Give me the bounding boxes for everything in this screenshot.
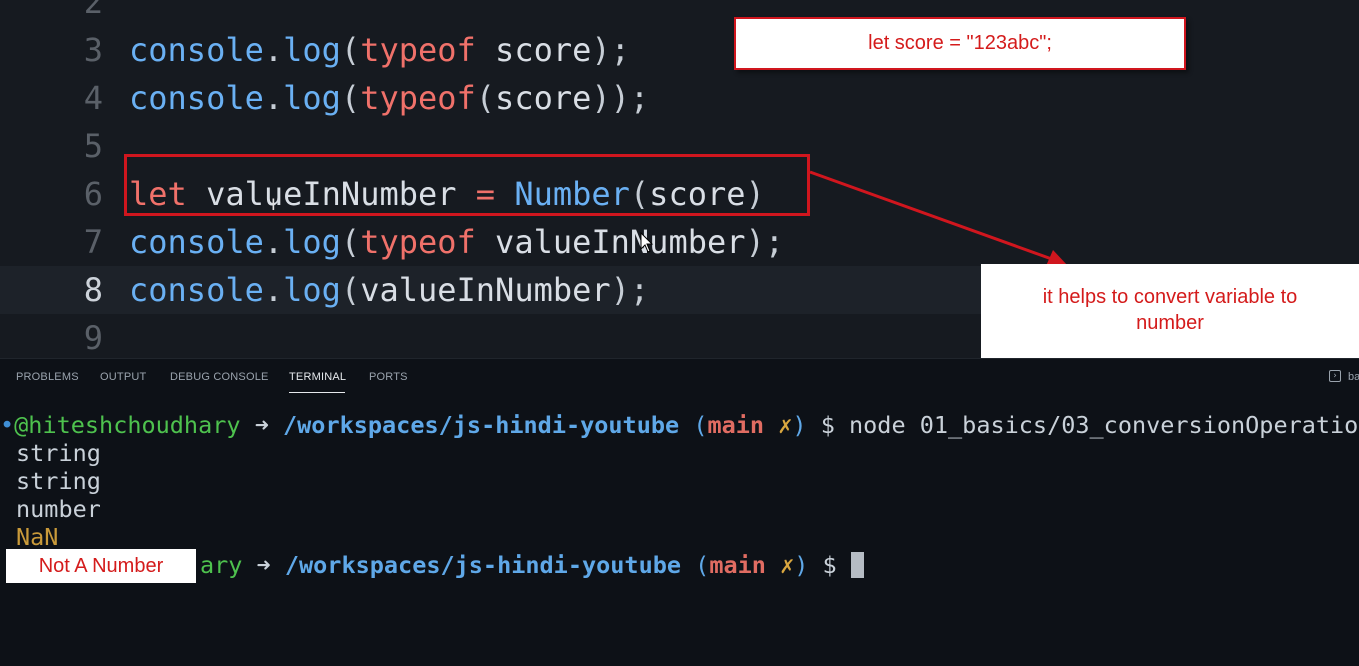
- code-token: ));: [591, 79, 650, 117]
- code-token: score: [495, 79, 592, 117]
- line-number: 2: [83, 0, 103, 21]
- line-number: 5: [83, 127, 103, 165]
- mouse-pointer-icon: [640, 232, 654, 253]
- panel-tab-bar: PROBLEMS OUTPUT DEBUG CONSOLE TERMINAL P…: [0, 358, 1359, 397]
- line-number: 4: [83, 79, 103, 117]
- code-token: (: [475, 79, 496, 117]
- code-token: typeof: [360, 223, 476, 261]
- code-token: );: [591, 31, 630, 69]
- tab-terminal[interactable]: TERMINAL: [289, 371, 346, 383]
- code-line[interactable]: 4 console.log(typeof(score));: [0, 74, 1359, 122]
- code-token: );: [745, 223, 785, 261]
- terminal-output-line: string: [16, 467, 101, 495]
- code-text: console.log(typeof(score));: [129, 74, 649, 122]
- code-token: log: [283, 271, 341, 309]
- code-token: );: [610, 271, 650, 309]
- code-token: (: [340, 79, 361, 117]
- code-text: console.log(typeof valueInNumber);: [129, 218, 784, 266]
- code-token: .: [263, 79, 284, 117]
- terminal-command: node 01_basics/03_conversionOperation: [849, 411, 1359, 439]
- prompt-dollar: $: [820, 411, 835, 439]
- tab-ports[interactable]: PORTS: [369, 371, 408, 383]
- code-token: .: [263, 271, 284, 309]
- text-cursor-icon: I: [271, 195, 276, 214]
- terminal-output-line: number: [16, 495, 101, 523]
- code-token: (: [340, 31, 361, 69]
- prompt-path: /workspaces/js-hindi-youtube: [283, 411, 680, 439]
- prompt-user: @hiteshchoudhary: [14, 411, 241, 439]
- terminal-command-line: •@hiteshchoudhary ➜ /workspaces/js-hindi…: [0, 411, 1359, 439]
- line-number: 6: [83, 175, 103, 213]
- code-token: typeof: [360, 31, 476, 69]
- tab-debug-console[interactable]: DEBUG CONSOLE: [170, 371, 269, 383]
- prompt-user-partial: ary: [199, 551, 243, 579]
- prompt-status-dot: •: [0, 411, 15, 439]
- note-nan-meaning: Not A Number: [6, 549, 196, 583]
- code-token: log: [283, 79, 341, 117]
- code-token: (: [340, 223, 361, 261]
- code-token: .: [263, 31, 284, 69]
- prompt-branch: main: [707, 411, 765, 439]
- code-text: console.log(valueInNumber);: [129, 266, 649, 314]
- code-token: .: [263, 223, 284, 261]
- code-token: console: [129, 31, 264, 69]
- tab-output[interactable]: OUTPUT: [100, 371, 146, 383]
- code-token: log: [283, 31, 341, 69]
- code-editor[interactable]: 2 3 console.log(typeof score); 4 console.log…: [0, 0, 1359, 358]
- note-score-definition: let score = "123abc";: [734, 17, 1186, 70]
- active-tab-indicator: [289, 392, 345, 393]
- code-token: typeof: [360, 79, 476, 117]
- terminal-shell-label[interactable]: ba: [1348, 371, 1359, 383]
- terminal-output-line: string: [16, 439, 101, 467]
- terminal-shell-icon[interactable]: ›: [1329, 370, 1341, 382]
- prompt-dirty-mark: ✗: [778, 411, 793, 439]
- code-token: log: [283, 223, 341, 261]
- note-number-conversion: it helps to convert variable to number: [981, 264, 1359, 358]
- code-token: valueInNumber: [475, 223, 746, 261]
- code-token: console: [129, 223, 264, 261]
- terminal[interactable]: •@hiteshchoudhary ➜ /workspaces/js-hindi…: [0, 396, 1359, 666]
- tab-problems[interactable]: PROBLEMS: [16, 371, 79, 383]
- terminal-cursor: [850, 552, 864, 578]
- line-number: 3: [83, 31, 103, 69]
- code-line[interactable]: 7 console.log(typeof valueInNumber);: [0, 218, 1359, 266]
- terminal-output-nan: NaN: [16, 523, 59, 551]
- code-token: (: [340, 271, 361, 309]
- code-token: score: [475, 31, 592, 69]
- line-number: 7: [83, 223, 103, 261]
- line-number: 9: [83, 319, 103, 357]
- prompt-arrow: ➜: [254, 411, 269, 439]
- line-number: 8: [83, 271, 103, 309]
- code-token: console: [129, 79, 264, 117]
- highlight-box: [124, 154, 810, 216]
- code-token: valueInNumber: [360, 271, 611, 309]
- code-token: console: [129, 271, 264, 309]
- code-text: console.log(typeof score);: [129, 26, 630, 74]
